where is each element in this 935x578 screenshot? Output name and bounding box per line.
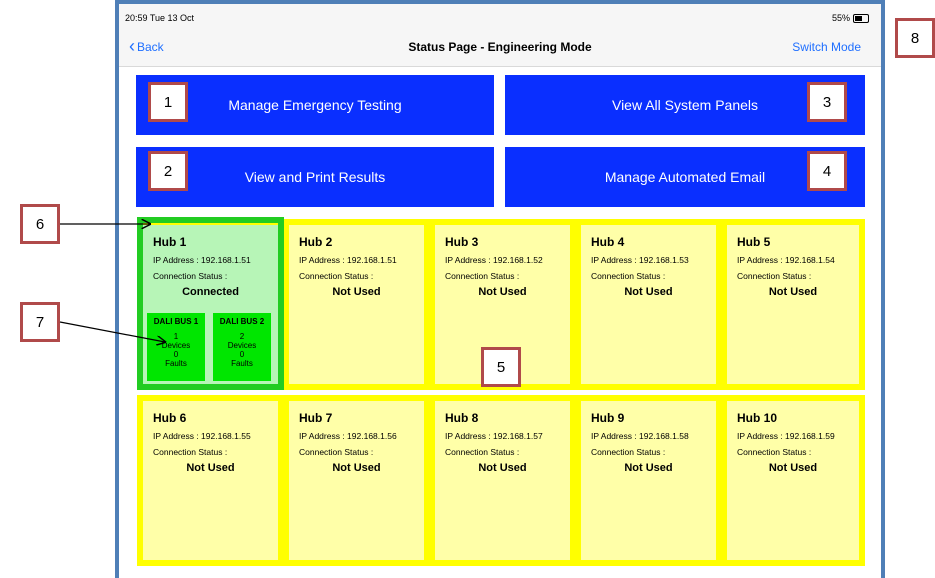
annotation-arrows: [59, 0, 935, 578]
arrow-to-dali-bus: [59, 321, 165, 342]
